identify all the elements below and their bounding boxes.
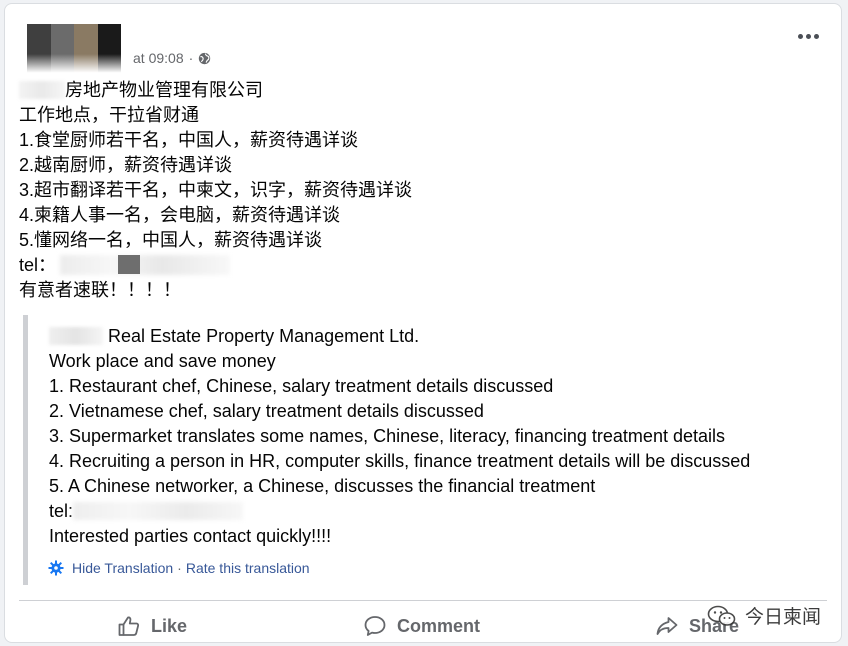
translation-line: 2. Vietnamese chef, salary treatment det… <box>49 401 484 421</box>
menu-dot <box>806 34 811 39</box>
translation-tel-line: tel: <box>49 499 803 524</box>
translation-line: 1. Restaurant chef, Chinese, salary trea… <box>49 376 554 396</box>
translation-closing: Interested parties contact quickly!!!! <box>49 526 332 546</box>
post-line: 工作地点，干拉省财通 <box>19 105 199 125</box>
comment-label: Comment <box>397 615 481 636</box>
post-meta: at 09:08 · <box>133 50 211 66</box>
company-line: 房地产物业管理有限公司 <box>19 78 539 103</box>
meta-separator: · <box>188 50 194 66</box>
hide-translation-link[interactable]: Hide Translation <box>72 560 173 576</box>
thumbs-up-icon <box>118 616 140 636</box>
tel-line: tel： <box>19 253 539 278</box>
like-button[interactable]: Like <box>117 608 187 644</box>
post-line: 房地产物业管理有限公司 <box>65 80 263 100</box>
post-line: 2.越南厨师，薪资待遇详谈 <box>19 155 233 175</box>
rate-translation-link[interactable]: Rate this translation <box>186 560 310 576</box>
author-avatar-pixelated[interactable] <box>27 24 121 76</box>
translation-line: 3. Supermarket translates some names, Ch… <box>49 426 725 446</box>
menu-dot <box>814 34 819 39</box>
translation-links: Hide Translation · Rate this translation <box>48 560 310 576</box>
translation-block: Real Estate Property Management Ltd. Wor… <box>23 315 803 585</box>
more-options-icon[interactable] <box>798 34 819 39</box>
redacted-company-name <box>49 327 103 345</box>
post-line: 5.懂网络一名，中国人，薪资待遇详谈 <box>19 230 323 250</box>
post-closing: 有意者速联！！！！ <box>19 280 181 300</box>
post-body: 房地产物业管理有限公司 工作地点，干拉省财通 1.食堂厨师若干名，中国人，薪资待… <box>19 78 539 303</box>
post-line: 3.超市翻译若干名，中柬文，识字，薪资待遇详谈 <box>19 180 413 200</box>
cog-icon <box>48 560 64 576</box>
post-card: at 09:08 · 房地产物业管理有限公司 工作地点，干拉省财通 1.食堂厨师… <box>4 3 842 643</box>
post-line: 1.食堂厨师若干名，中国人，薪资待遇详谈 <box>19 130 359 150</box>
translation-line: Work place and save money <box>49 351 276 371</box>
redacted-phone-number <box>60 255 231 275</box>
redacted-phone-number <box>73 502 244 520</box>
wechat-icon <box>707 605 736 626</box>
globe-icon[interactable] <box>198 52 211 65</box>
share-arrow-icon <box>656 617 678 635</box>
post-timestamp[interactable]: at 09:08 <box>133 50 184 66</box>
comment-bubble-icon <box>364 616 386 636</box>
actions-divider <box>19 600 827 601</box>
redaction-blur <box>60 255 231 275</box>
avatar-fade <box>27 54 121 76</box>
redacted-company-name <box>19 81 65 99</box>
translation-company-line: Real Estate Property Management Ltd. <box>49 324 803 349</box>
watermark-text: 今日柬闻 <box>744 607 821 628</box>
comment-button[interactable]: Comment <box>363 608 480 644</box>
menu-dot <box>798 34 803 39</box>
post-line: 4.柬籍人事一名，会电脑，薪资待遇详谈 <box>19 205 341 225</box>
like-label: Like <box>151 615 188 636</box>
source-watermark: 今日柬闻 <box>707 602 821 629</box>
tel-label: tel： <box>19 255 57 275</box>
translation-line: Real Estate Property Management Ltd. <box>108 326 420 346</box>
link-separator: · <box>177 560 182 576</box>
translation-line: 5. A Chinese networker, a Chinese, discu… <box>49 476 596 496</box>
redaction-box <box>118 255 141 274</box>
translation-line: 4. Recruiting a person in HR, computer s… <box>49 451 751 471</box>
tel-label: tel: <box>49 501 74 521</box>
